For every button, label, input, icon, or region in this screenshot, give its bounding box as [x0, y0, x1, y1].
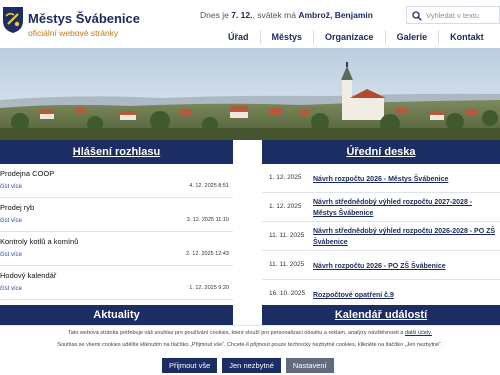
hero-village-photo — [0, 48, 500, 140]
list-item[interactable]: 16. 10. 2025 Rozpočtové opatření č.9 — [262, 280, 500, 300]
list-item[interactable]: Prodejna COOP číst více 4. 12. 2025 8:51 — [0, 164, 233, 198]
read-more-link[interactable]: číst více — [0, 184, 22, 190]
document-link[interactable]: Návrh rozpočtu 2026 - Městys Švábenice — [313, 174, 496, 185]
read-more-link[interactable]: číst více — [0, 286, 22, 292]
notice-title[interactable]: Prodejna COOP — [0, 169, 54, 178]
cookie-consent-bar: Tato webová stránka potřebuje váš souhla… — [0, 325, 500, 375]
search-icon[interactable] — [412, 11, 422, 21]
list-item[interactable]: 11. 11. 2025 Návrh rozpočtu 2026 - PO ZŠ… — [262, 251, 500, 280]
today-mid: , svátek má — [252, 10, 296, 20]
document-link[interactable]: Návrh rozpočtu 2026 - PO ZŠ Švábenice — [313, 261, 496, 272]
site-header: Městys Švábenice oficiální webové stránk… — [0, 0, 500, 48]
document-link[interactable]: Návrh střednědobý výhled rozpočtu 2027-2… — [313, 197, 496, 219]
list-item[interactable]: Prodej ryb číst více 3. 12. 2025 11:10 — [0, 198, 233, 232]
list-item[interactable]: Hodový kalendář číst více 1. 12. 2025 9:… — [0, 266, 233, 300]
nav-item-mestys[interactable]: Městys — [259, 30, 314, 44]
list-item[interactable]: Kontroly kotlů a komínů číst více 2. 12.… — [0, 232, 233, 266]
list-item[interactable]: 1. 12. 2025 Návrh rozpočtu 2026 - Městys… — [262, 164, 500, 193]
document-date: 16. 10. 2025 — [269, 290, 306, 297]
document-date: 1. 12. 2025 — [269, 203, 302, 210]
site-subtitle: oficiální webové stránky — [28, 28, 119, 38]
news-section-title[interactable]: Aktuality — [0, 305, 233, 325]
necessary-only-button[interactable]: Jen nezbytné — [222, 358, 281, 373]
today-prefix: Dnes je — [200, 10, 229, 20]
accept-all-button[interactable]: Přijmout vše — [162, 358, 218, 373]
document-date: 1. 12. 2025 — [269, 174, 302, 181]
cookie-text-line1: Tato webová stránka potřebuje váš souhla… — [0, 330, 500, 336]
today-nameday: Dnes je 7. 12., svátek má Ambrož, Benjam… — [200, 10, 373, 20]
main-nav: Úřad Městys Organizace Galerie Kontakt — [217, 30, 495, 44]
notice-date: 1. 12. 2025 9:20 — [189, 285, 229, 291]
radio-announcements-title[interactable]: Hlášení rozhlasu — [0, 140, 233, 164]
document-link[interactable]: Rozpočtové opatření č.9 — [313, 290, 496, 300]
search-box — [406, 6, 500, 24]
radio-announcements-panel: Hlášení rozhlasu Prodejna COOP číst více… — [0, 140, 233, 300]
read-more-link[interactable]: číst více — [0, 252, 22, 258]
site-name[interactable]: Městys Švábenice — [28, 11, 140, 26]
cookie-text-line2: Souhlas se všemi cookies udělíte kliknut… — [57, 342, 443, 348]
nav-item-kontakt[interactable]: Kontakt — [438, 30, 495, 44]
cookie-more-link[interactable]: další účely. — [405, 330, 432, 336]
today-names: Ambrož, Benjamin — [298, 10, 373, 20]
notice-date: 3. 12. 2025 11:10 — [186, 217, 229, 223]
cookie-text: Tato webová stránka potřebuje váš souhla… — [67, 330, 404, 336]
list-item[interactable]: 11. 11. 2025 Návrh střednědobý výhled ro… — [262, 222, 500, 251]
cookie-buttons: Přijmout vše Jen nezbytné Nastavení — [162, 358, 334, 373]
notice-title[interactable]: Prodej ryb — [0, 203, 34, 212]
notice-date: 4. 12. 2025 8:51 — [189, 183, 229, 189]
nav-item-urad[interactable]: Úřad — [217, 30, 260, 44]
events-calendar-title[interactable]: Kalendář událostí — [262, 305, 500, 325]
notice-title[interactable]: Kontroly kotlů a komínů — [0, 237, 78, 246]
nav-item-galerie[interactable]: Galerie — [384, 30, 439, 44]
search-input[interactable] — [426, 9, 498, 22]
official-board-title[interactable]: Úřední deska — [262, 140, 500, 164]
official-board-panel: Úřední deska 1. 12. 2025 Návrh rozpočtu … — [262, 140, 500, 300]
document-link[interactable]: Návrh střednědobý výhled rozpočtu 2026-2… — [313, 226, 496, 248]
notice-date: 2. 12. 2025 12:43 — [186, 251, 229, 257]
notice-title[interactable]: Hodový kalendář — [0, 271, 56, 280]
list-item[interactable]: 1. 12. 2025 Návrh střednědobý výhled roz… — [262, 193, 500, 222]
nav-item-organizace[interactable]: Organizace — [313, 30, 385, 44]
document-date: 11. 11. 2025 — [269, 261, 305, 268]
document-date: 11. 11. 2025 — [269, 232, 305, 239]
read-more-link[interactable]: číst více — [0, 218, 22, 224]
cookie-settings-button[interactable]: Nastavení — [285, 358, 334, 373]
today-date: 7. 12. — [231, 10, 253, 20]
coat-of-arms-logo[interactable] — [2, 6, 24, 34]
